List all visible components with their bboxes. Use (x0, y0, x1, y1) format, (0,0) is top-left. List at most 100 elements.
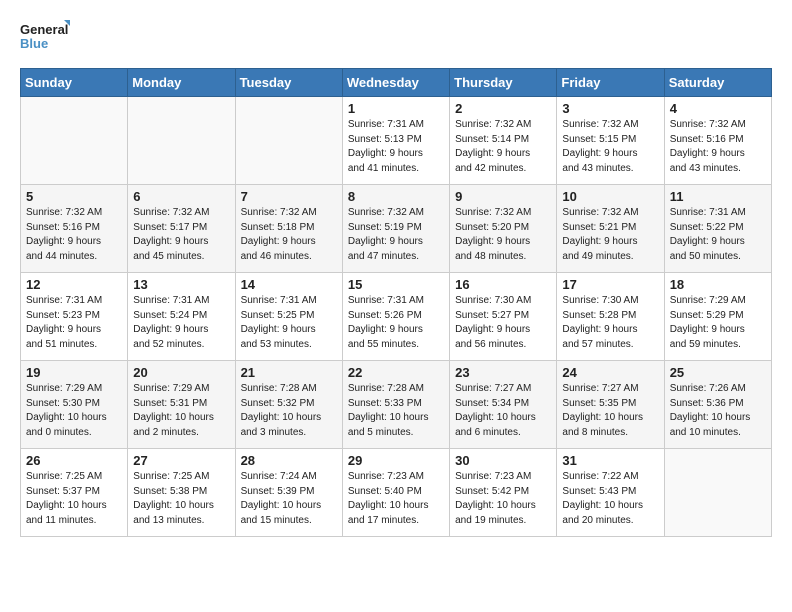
day-info: Sunrise: 7:31 AM Sunset: 5:24 PM Dayligh… (133, 294, 229, 352)
calendar-cell: 20Sunrise: 7:29 AM Sunset: 5:31 PM Dayli… (128, 361, 235, 449)
day-number: 9 (455, 189, 551, 204)
day-info: Sunrise: 7:29 AM Sunset: 5:29 PM Dayligh… (670, 294, 766, 352)
day-info: Sunrise: 7:25 AM Sunset: 5:37 PM Dayligh… (26, 470, 122, 528)
calendar-cell: 11 Sunrise: 7:31 AM Sunset: 5:22 PM Dayli… (664, 185, 771, 273)
calendar-cell: 17Sunrise: 7:30 AM Sunset: 5:28 PM Dayli… (557, 273, 664, 361)
day-info: Sunrise: 7:31 AM Sunset: 5:25 PM Dayligh… (241, 294, 337, 352)
day-number: 21 (241, 365, 337, 380)
day-info: Sunrise: 7:22 AM Sunset: 5:43 PM Dayligh… (562, 470, 658, 528)
day-number: 31 (562, 453, 658, 468)
calendar-cell: 31 Sunrise: 7:22 AM Sunset: 5:43 PM Dayli… (557, 449, 664, 537)
calendar-cell: 16 Sunrise: 7:30 AM Sunset: 5:27 PM Dayli… (450, 273, 557, 361)
calendar-cell: 24 Sunrise: 7:27 AM Sunset: 5:35 PM Dayli… (557, 361, 664, 449)
day-number: 17 (562, 277, 658, 292)
calendar-cell: 18 Sunrise: 7:29 AM Sunset: 5:29 PM Dayli… (664, 273, 771, 361)
calendar-cell: 5Sunrise: 7:32 AM Sunset: 5:16 PM Daylig… (21, 185, 128, 273)
day-number: 6 (133, 189, 229, 204)
weekday-header-row: SundayMondayTuesdayWednesdayThursdayFrid… (21, 69, 772, 97)
day-number: 27 (133, 453, 229, 468)
day-info: Sunrise: 7:29 AM Sunset: 5:30 PM Dayligh… (26, 382, 122, 440)
week-row-3: 12 Sunrise: 7:31 AM Sunset: 5:23 PM Dayli… (21, 273, 772, 361)
weekday-saturday: Saturday (664, 69, 771, 97)
day-number: 25 (670, 365, 766, 380)
calendar-cell: 22 Sunrise: 7:28 AM Sunset: 5:33 PM Dayli… (342, 361, 449, 449)
day-info: Sunrise: 7:31 AM Sunset: 5:13 PM Dayligh… (348, 118, 444, 176)
day-number: 15 (348, 277, 444, 292)
weekday-monday: Monday (128, 69, 235, 97)
calendar-cell: 2 Sunrise: 7:32 AM Sunset: 5:14 PM Daylig… (450, 97, 557, 185)
svg-text:Blue: Blue (20, 36, 48, 51)
calendar-cell (21, 97, 128, 185)
day-info: Sunrise: 7:26 AM Sunset: 5:36 PM Dayligh… (670, 382, 766, 440)
week-row-5: 26 Sunrise: 7:25 AM Sunset: 5:37 PM Dayli… (21, 449, 772, 537)
calendar-cell: 30 Sunrise: 7:23 AM Sunset: 5:42 PM Dayli… (450, 449, 557, 537)
day-number: 4 (670, 101, 766, 116)
calendar-cell: 10 Sunrise: 7:32 AM Sunset: 5:21 PM Dayli… (557, 185, 664, 273)
day-info: Sunrise: 7:28 AM Sunset: 5:33 PM Dayligh… (348, 382, 444, 440)
day-number: 16 (455, 277, 551, 292)
day-number: 2 (455, 101, 551, 116)
day-info: Sunrise: 7:31 AM Sunset: 5:22 PM Dayligh… (670, 206, 766, 264)
calendar-cell: 14 Sunrise: 7:31 AM Sunset: 5:25 PM Dayli… (235, 273, 342, 361)
page: General Blue SundayMondayTuesdayWednesda… (0, 0, 792, 612)
day-info: Sunrise: 7:31 AM Sunset: 5:26 PM Dayligh… (348, 294, 444, 352)
calendar-cell: 3 Sunrise: 7:32 AM Sunset: 5:15 PM Daylig… (557, 97, 664, 185)
day-number: 29 (348, 453, 444, 468)
day-number: 7 (241, 189, 337, 204)
day-info: Sunrise: 7:27 AM Sunset: 5:35 PM Dayligh… (562, 382, 658, 440)
day-info: Sunrise: 7:32 AM Sunset: 5:14 PM Dayligh… (455, 118, 551, 176)
logo: General Blue (20, 18, 70, 54)
day-number: 10 (562, 189, 658, 204)
day-info: Sunrise: 7:30 AM Sunset: 5:27 PM Dayligh… (455, 294, 551, 352)
svg-text:General: General (20, 22, 68, 37)
calendar-cell: 26 Sunrise: 7:25 AM Sunset: 5:37 PM Dayli… (21, 449, 128, 537)
week-row-4: 19Sunrise: 7:29 AM Sunset: 5:30 PM Dayli… (21, 361, 772, 449)
calendar-cell: 1 Sunrise: 7:31 AM Sunset: 5:13 PM Daylig… (342, 97, 449, 185)
day-info: Sunrise: 7:23 AM Sunset: 5:40 PM Dayligh… (348, 470, 444, 528)
day-info: Sunrise: 7:25 AM Sunset: 5:38 PM Dayligh… (133, 470, 229, 528)
day-number: 24 (562, 365, 658, 380)
day-info: Sunrise: 7:31 AM Sunset: 5:23 PM Dayligh… (26, 294, 122, 352)
day-number: 18 (670, 277, 766, 292)
day-number: 8 (348, 189, 444, 204)
day-number: 22 (348, 365, 444, 380)
weekday-thursday: Thursday (450, 69, 557, 97)
day-info: Sunrise: 7:23 AM Sunset: 5:42 PM Dayligh… (455, 470, 551, 528)
calendar-cell (235, 97, 342, 185)
day-number: 14 (241, 277, 337, 292)
week-row-2: 5Sunrise: 7:32 AM Sunset: 5:16 PM Daylig… (21, 185, 772, 273)
day-info: Sunrise: 7:32 AM Sunset: 5:16 PM Dayligh… (670, 118, 766, 176)
logo-svg: General Blue (20, 18, 70, 54)
calendar-cell: 9 Sunrise: 7:32 AM Sunset: 5:20 PM Daylig… (450, 185, 557, 273)
calendar-cell: 25 Sunrise: 7:26 AM Sunset: 5:36 PM Dayli… (664, 361, 771, 449)
day-number: 12 (26, 277, 122, 292)
day-info: Sunrise: 7:32 AM Sunset: 5:21 PM Dayligh… (562, 206, 658, 264)
day-number: 11 (670, 189, 766, 204)
day-number: 23 (455, 365, 551, 380)
weekday-wednesday: Wednesday (342, 69, 449, 97)
day-info: Sunrise: 7:27 AM Sunset: 5:34 PM Dayligh… (455, 382, 551, 440)
calendar-cell (128, 97, 235, 185)
day-number: 20 (133, 365, 229, 380)
calendar-cell: 19Sunrise: 7:29 AM Sunset: 5:30 PM Dayli… (21, 361, 128, 449)
day-number: 26 (26, 453, 122, 468)
day-number: 3 (562, 101, 658, 116)
calendar-cell: 4 Sunrise: 7:32 AM Sunset: 5:16 PM Daylig… (664, 97, 771, 185)
day-info: Sunrise: 7:32 AM Sunset: 5:15 PM Dayligh… (562, 118, 658, 176)
day-info: Sunrise: 7:24 AM Sunset: 5:39 PM Dayligh… (241, 470, 337, 528)
day-info: Sunrise: 7:32 AM Sunset: 5:18 PM Dayligh… (241, 206, 337, 264)
calendar-cell: 23 Sunrise: 7:27 AM Sunset: 5:34 PM Dayli… (450, 361, 557, 449)
weekday-friday: Friday (557, 69, 664, 97)
calendar-cell: 12 Sunrise: 7:31 AM Sunset: 5:23 PM Dayli… (21, 273, 128, 361)
calendar-cell: 13 Sunrise: 7:31 AM Sunset: 5:24 PM Dayli… (128, 273, 235, 361)
calendar-cell: 15 Sunrise: 7:31 AM Sunset: 5:26 PM Dayli… (342, 273, 449, 361)
header: General Blue (20, 18, 772, 54)
day-number: 13 (133, 277, 229, 292)
calendar-cell: 8 Sunrise: 7:32 AM Sunset: 5:19 PM Daylig… (342, 185, 449, 273)
calendar: SundayMondayTuesdayWednesdayThursdayFrid… (20, 68, 772, 537)
day-number: 1 (348, 101, 444, 116)
day-info: Sunrise: 7:32 AM Sunset: 5:20 PM Dayligh… (455, 206, 551, 264)
day-info: Sunrise: 7:32 AM Sunset: 5:19 PM Dayligh… (348, 206, 444, 264)
day-number: 5 (26, 189, 122, 204)
day-number: 30 (455, 453, 551, 468)
